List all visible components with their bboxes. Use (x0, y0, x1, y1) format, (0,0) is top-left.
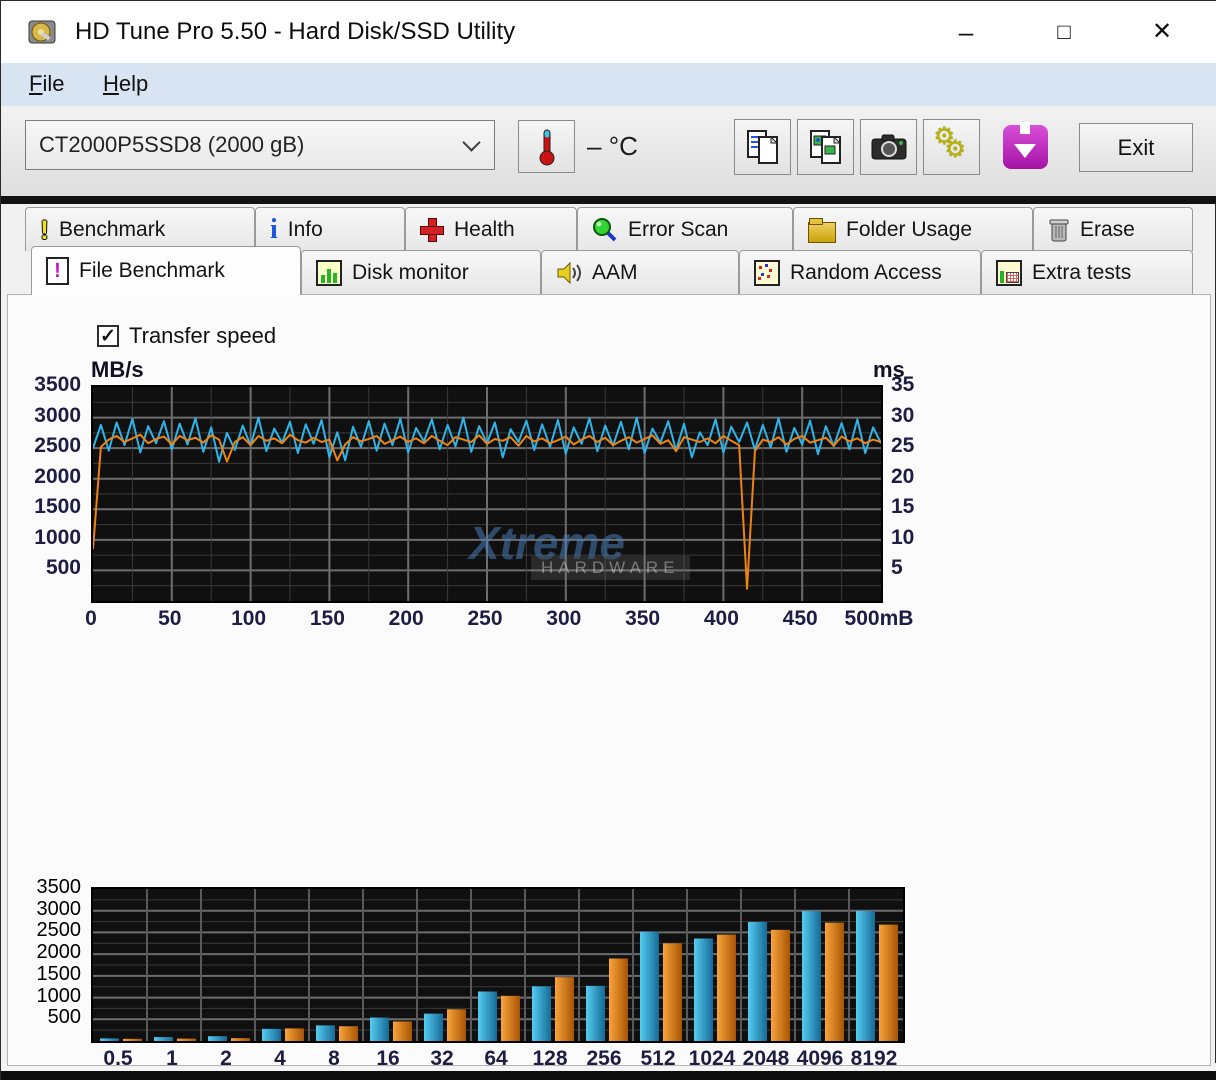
tab-aam[interactable]: AAM (541, 250, 739, 294)
tab-random-access-label: Random Access (790, 260, 942, 284)
window-title: HD Tune Pro 5.50 - Hard Disk/SSD Utility (75, 18, 516, 45)
gears-icon: ⚙ ⚙ (933, 123, 967, 163)
file-benchmark-icon: ! (46, 257, 69, 285)
block-size-chart: 3500 3000 2500 2000 1500 1000 500 0.5 1 2 4 8 16 32 64… (37, 876, 905, 1070)
copy-image-icon (809, 130, 841, 164)
exit-button[interactable]: Exit (1079, 123, 1193, 172)
benchmark-icon: ! (40, 214, 49, 245)
maximize-button[interactable]: □ (1042, 15, 1086, 51)
tab-info[interactable]: i Info (255, 207, 405, 251)
tab-health[interactable]: Health (405, 207, 577, 251)
copy-text-icon (746, 130, 778, 164)
close-button[interactable]: ✕ (1140, 15, 1184, 51)
copy-text-button[interactable] (734, 119, 791, 175)
tab-disk-monitor-label: Disk monitor (352, 260, 469, 284)
tab-benchmark-label: Benchmark (59, 217, 166, 241)
download-icon (1002, 122, 1048, 169)
transfer-speed-checkbox[interactable]: ✓ (97, 325, 119, 347)
tab-folder-usage-label: Folder Usage (846, 217, 973, 241)
menu-file[interactable]: File (29, 71, 64, 97)
extra-tests-icon (996, 259, 1022, 286)
temperature-value: – (587, 131, 602, 161)
tab-erase-label: Erase (1080, 217, 1135, 241)
disk-monitor-icon (316, 259, 342, 286)
title-bar: HD Tune Pro 5.50 - Hard Disk/SSD Utility… (1, 1, 1216, 63)
tab-health-label: Health (454, 217, 515, 241)
screenshot-button[interactable] (860, 119, 917, 175)
tab-erase[interactable]: Erase (1033, 207, 1193, 251)
temperature-readout: – °C (587, 131, 638, 162)
app-icon (28, 20, 56, 44)
temperature-button[interactable] (518, 120, 575, 173)
copy-image-button[interactable] (797, 119, 854, 175)
window-bottom-border (1, 1071, 1216, 1080)
save-results-button[interactable] (994, 119, 1056, 175)
thermometer-icon (539, 129, 554, 165)
health-cross-icon (420, 217, 444, 242)
options-button[interactable]: ⚙ ⚙ (923, 119, 980, 175)
tab-benchmark[interactable]: ! Benchmark (25, 207, 255, 251)
random-access-icon (754, 259, 780, 286)
device-selector[interactable]: CT2000P5SSD8 (2000 gB) (25, 120, 495, 170)
tab-extra-tests-label: Extra tests (1032, 260, 1132, 284)
tab-file-benchmark-label: File Benchmark (79, 259, 225, 282)
tab-file-benchmark[interactable]: ! File Benchmark (31, 246, 301, 295)
chevron-down-icon (462, 132, 481, 152)
menu-bar: File Help (1, 63, 1216, 106)
transfer-y-axis-title: MB/s (91, 357, 144, 382)
transfer-speed-label: Transfer speed (129, 323, 277, 348)
tab-error-scan-label: Error Scan (628, 217, 729, 241)
speaker-icon (557, 261, 581, 284)
tab-extra-tests[interactable]: Extra tests (981, 250, 1193, 294)
folder-icon (808, 217, 836, 243)
tab-random-access[interactable]: Random Access (739, 250, 981, 294)
tab-info-label: Info (287, 217, 323, 241)
tab-folder-usage[interactable]: Folder Usage (793, 207, 1033, 251)
menu-help[interactable]: Help (103, 71, 148, 97)
toolbar-separator (1, 196, 1216, 204)
tab-aam-label: AAM (592, 260, 638, 284)
magnifier-icon (593, 217, 617, 241)
trash-icon (1049, 219, 1069, 241)
minimize-button[interactable]: – (944, 15, 988, 51)
transfer-speed-chart: 3500 3000 2500 2000 1500 1000 500 35 30 25 20 15 10 5… (34, 373, 915, 630)
tab-error-scan[interactable]: Error Scan (577, 207, 793, 251)
temperature-unit: °C (608, 131, 638, 161)
camera-icon (871, 134, 906, 160)
tab-disk-monitor[interactable]: Disk monitor (301, 250, 541, 294)
device-selector-value: CT2000P5SSD8 (2000 gB) (39, 132, 305, 157)
transfer-speed-option: ✓ Transfer speed (97, 323, 276, 349)
info-icon: i (270, 213, 278, 245)
